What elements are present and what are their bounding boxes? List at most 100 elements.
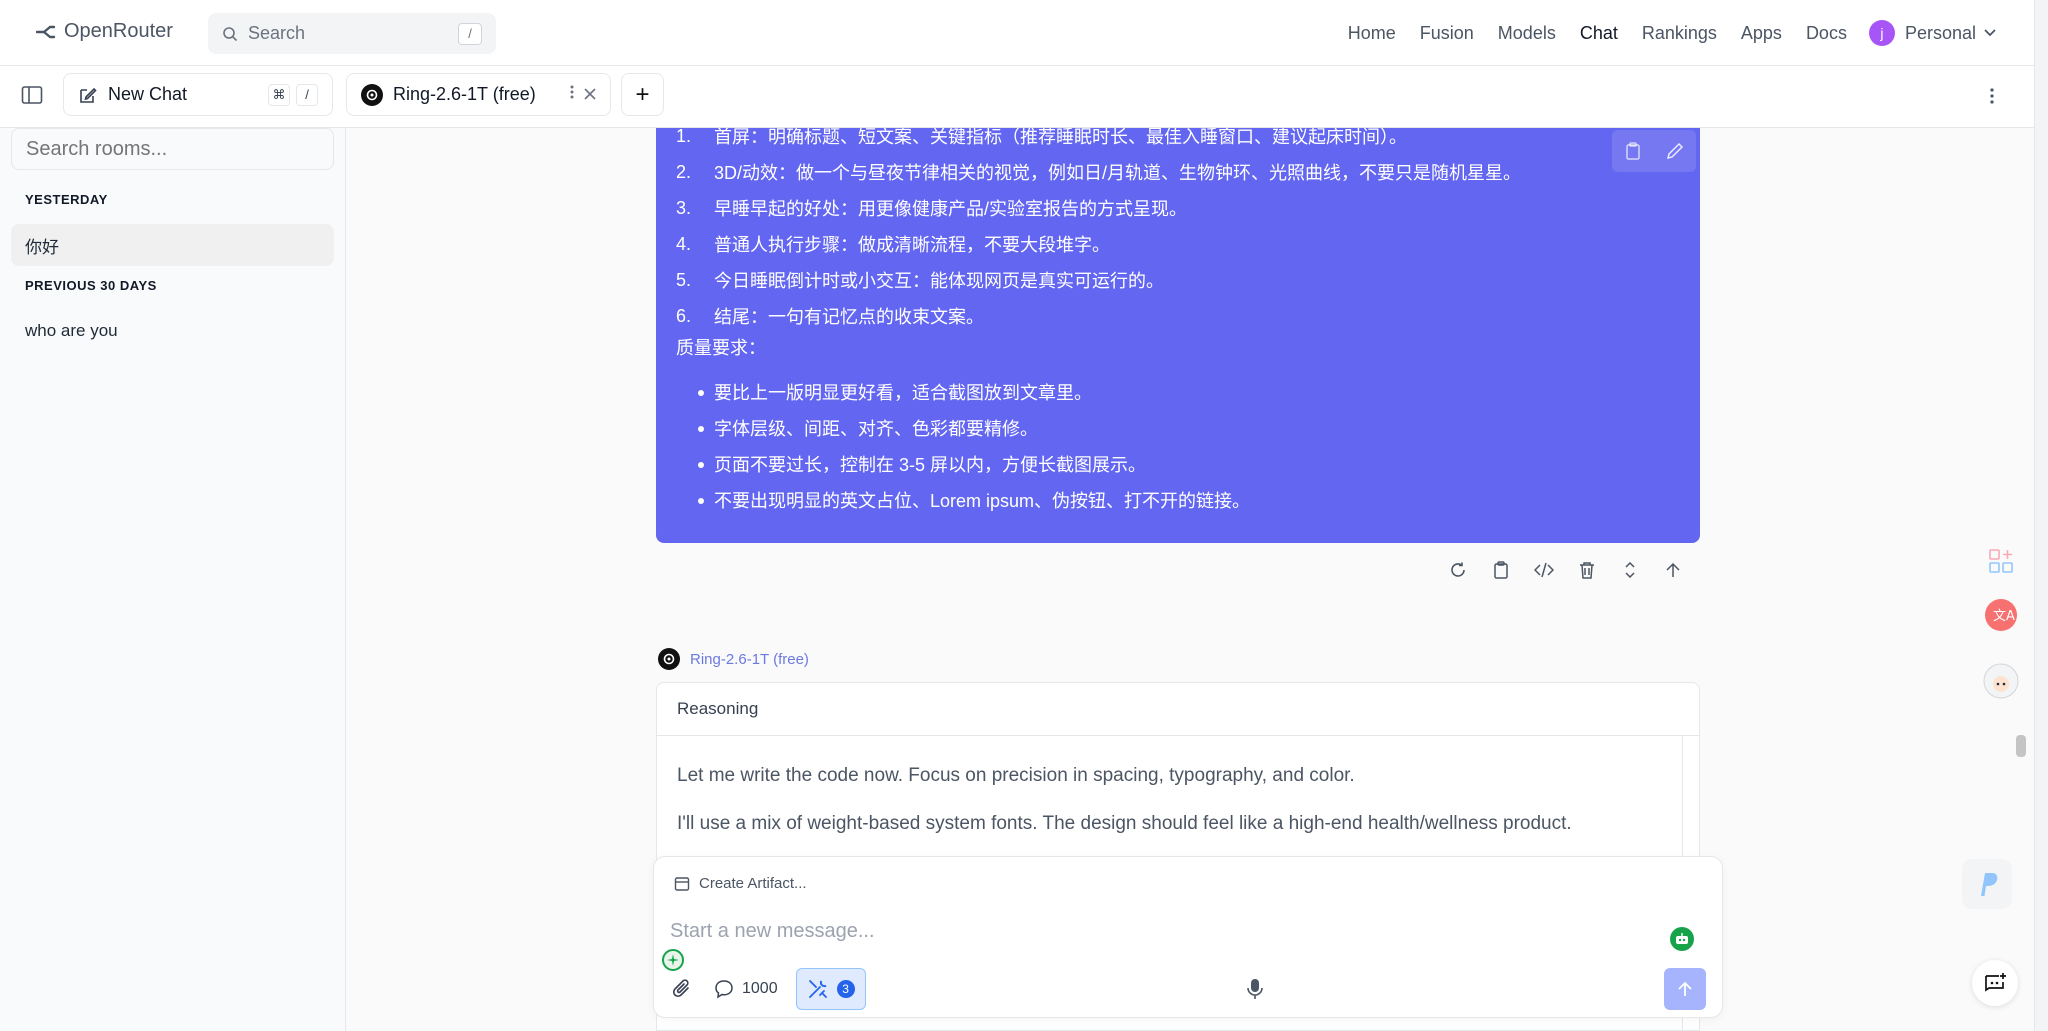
room-item[interactable]: 你好 [11,224,334,266]
list-text: 3D/动效：做一个与昼夜节律相关的视觉，例如日/月轨道、生物钟环、光照曲线，不要… [714,163,1522,183]
list-number: 5. [676,269,692,290]
account-menu[interactable]: Personal [1905,23,1996,44]
brand-name: OpenRouter [64,20,173,42]
list-text: 普通人执行步骤：做成清晰流程，不要大段堆字。 [714,235,1110,255]
chat-tab-bar: New Chat ⌘ / Ring-2.6-1T (free) + [0,66,2034,128]
list-item: 字体层级、间距、对齐、色彩都要精修。 [697,410,1250,446]
model-logo-icon [361,83,383,106]
list-item: 6. 结尾：一句有记忆点的收束文案。 [676,298,1521,334]
bubble-actions [1612,130,1696,172]
add-tab-button[interactable]: + [621,73,664,116]
section-heading-yesterday: YESTERDAY [25,192,108,207]
nav-home[interactable]: Home [1336,23,1408,44]
message-input[interactable] [670,913,1650,949]
translate-icon[interactable]: 文A [1980,594,2022,636]
attach-icon[interactable] [672,978,692,1000]
list-item: 5. 今日睡眠倒计时或小交互：能体现网页是真实可运行的。 [676,262,1521,298]
window-scrollbar-thumb[interactable] [2016,735,2026,757]
regenerate-icon[interactable] [1448,560,1468,580]
list-number: 1. [676,128,692,146]
list-item: 页面不要过长，控制在 3-5 屏以内，方便长截图展示。 [697,446,1250,482]
tools-count-badge: 3 [836,980,855,998]
room-search-input[interactable] [11,128,334,170]
more-options-icon[interactable] [1980,84,2004,108]
list-item: 4. 普通人执行步骤：做成清晰流程，不要大段堆字。 [676,226,1521,262]
search-shortcut: / [458,22,482,45]
model-tab[interactable]: Ring-2.6-1T (free) [346,73,611,116]
shortcut-key-slash: / [296,83,318,106]
shortcut-key-cmd: ⌘ [268,83,290,106]
window-scroll-track[interactable] [2034,0,2048,1031]
arrow-up-icon[interactable] [1663,560,1683,580]
list-text: 结尾：一句有记忆点的收束文案。 [714,307,984,327]
list-number: 3. [676,197,692,218]
reasoning-line: Let me write the code now. Focus on prec… [677,765,1355,786]
room-item[interactable]: who are you [11,310,334,352]
assistant-model-name[interactable]: Ring-2.6-1T (free) [690,651,809,668]
reasoning-heading[interactable]: Reasoning [657,683,1699,736]
copy-icon[interactable] [1625,142,1641,160]
chevron-down-icon [1984,29,1996,37]
copy-icon[interactable] [1491,560,1511,580]
chat-bot-icon[interactable] [1972,960,2018,1006]
paypal-icon[interactable] [1962,859,2012,909]
message-composer: Create Artifact... 1000 3 [653,856,1723,1018]
model-logo-icon [658,648,680,670]
new-chat-tab[interactable]: New Chat ⌘ / [63,73,333,116]
list-item: 1. 首屏：明确标题、短文案、关键指标（推荐睡眠时长、最佳入睡窗口、建议起床时间）… [676,128,1521,154]
assistant-avatar-icon[interactable] [1980,660,2022,702]
create-artifact-button[interactable]: Create Artifact... [674,875,807,892]
quality-heading: 质量要求： [676,338,766,358]
account-avatar[interactable]: j [1868,20,1895,46]
list-number: 4. [676,233,692,254]
reasoning-body: Let me write the code now. Focus on prec… [657,736,1699,864]
edit-icon [80,87,97,103]
collapse-icon[interactable] [1620,560,1640,580]
delete-icon[interactable] [1577,560,1597,580]
edit-message-icon[interactable] [1666,142,1684,160]
new-chat-shortcut: ⌘ / [268,83,318,106]
message-actions [1448,560,1683,580]
nav-apps[interactable]: Apps [1729,23,1794,44]
artifact-icon [674,876,690,891]
tools-button[interactable]: 3 [795,968,866,1010]
openrouter-logo-icon [36,25,56,38]
sidebar-toggle-icon[interactable] [20,83,44,107]
nav-docs[interactable]: Docs [1794,23,1859,44]
close-tab-icon[interactable] [584,84,596,105]
nav-models[interactable]: Models [1486,23,1568,44]
arrow-up-icon [1678,981,1692,996]
composer-controls: 1000 3 [672,967,1706,1011]
list-item: 要比上一版明显更好看，适合截图放到文章里。 [697,374,1250,410]
user-message-bubble: 1. 首屏：明确标题、短文案、关键指标（推荐睡眠时长、最佳入睡窗口、建议起床时间）… [656,128,1700,543]
microphone-icon[interactable] [1246,978,1263,1000]
brand-logo[interactable]: OpenRouter [36,20,173,43]
bullet-list: 要比上一版明显更好看，适合截图放到文章里。 字体层级、间距、对齐、色彩都要精修。… [697,374,1250,518]
context-length-button[interactable]: 1000 [714,979,778,999]
new-chat-label: New Chat [108,84,188,104]
bot-icon[interactable] [1670,927,1694,951]
nav-rankings[interactable]: Rankings [1630,23,1729,44]
apps-grid-icon[interactable] [1980,540,2022,582]
list-text: 早睡早起的好处：用更像健康产品/实验室报告的方式呈现。 [714,199,1187,219]
ordered-list: 1. 首屏：明确标题、短文案、关键指标（推荐睡眠时长、最佳入睡窗口、建议起床时间）… [676,128,1521,334]
account-label: Personal [1904,22,1976,43]
assistant-model-label: Ring-2.6-1T (free) [658,648,809,670]
reasoning-line: I'll use a mix of weight-based system fo… [677,813,1572,834]
nav-chat[interactable]: Chat [1568,23,1630,44]
section-heading-previous-30-days: PREVIOUS 30 DAYS [25,278,157,293]
main-nav: Home Fusion Models Chat Rankings Apps Do… [1336,0,1996,66]
global-search[interactable]: Search / [208,13,496,54]
svg-text:文A: 文A [1993,609,2015,624]
chat-bubble-icon [715,980,733,999]
rooms-sidebar: YESTERDAY 你好 PREVIOUS 30 DAYS who are yo… [0,128,346,1031]
list-text: 首屏：明确标题、短文案、关键指标（推荐睡眠时长、最佳入睡窗口、建议起床时间）。 [714,128,1407,147]
tab-more-icon[interactable] [570,84,574,105]
nav-fusion[interactable]: Fusion [1408,23,1486,44]
send-button[interactable] [1664,968,1706,1010]
context-length-value: 1000 [742,980,778,997]
model-tab-label: Ring-2.6-1T (free) [393,84,536,104]
list-item: 不要出现明显的英文占位、Lorem ipsum、伪按钮、打不开的链接。 [697,482,1250,518]
code-icon[interactable] [1534,560,1554,580]
list-number: 2. [676,161,692,182]
